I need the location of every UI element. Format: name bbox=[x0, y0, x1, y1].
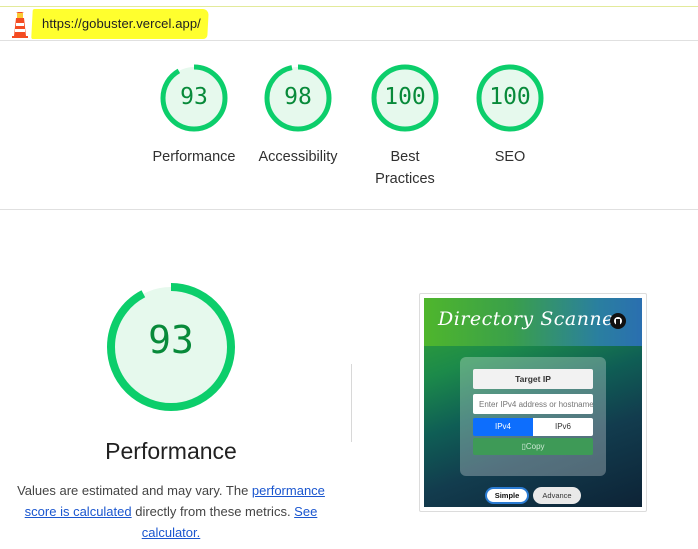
performance-title: Performance bbox=[105, 438, 237, 464]
vertical-separator bbox=[351, 364, 352, 442]
final-screenshot[interactable]: Directory Scanner Target IP IPv4 IPv6 ▯C… bbox=[424, 298, 642, 507]
gauge-label-line2: Practices bbox=[375, 171, 435, 187]
gauge-seo[interactable]: 100 SEO bbox=[455, 62, 565, 168]
desc-text: directly from these metrics. bbox=[131, 504, 295, 519]
page-url[interactable]: https://gobuster.vercel.app/ bbox=[42, 16, 201, 31]
copy-button: ▯Copy bbox=[473, 438, 593, 455]
gauge-label: SEO bbox=[494, 149, 526, 165]
performance-description: Values are estimated and may vary. The p… bbox=[10, 480, 332, 543]
target-ip-label: Target IP bbox=[473, 369, 593, 389]
gauge-score: 98 bbox=[284, 84, 312, 110]
gauge-score: 100 bbox=[489, 84, 531, 110]
screenshot-title: Directory Scanner bbox=[438, 308, 624, 330]
github-icon bbox=[610, 313, 626, 329]
gauge-label: Performance bbox=[152, 149, 236, 165]
performance-score: 93 bbox=[148, 318, 194, 362]
gauge-label: Accessibility bbox=[258, 149, 338, 165]
score-summary: 93 Performance 98 Accessibility 100 Best… bbox=[0, 62, 698, 192]
target-ip-input bbox=[473, 394, 593, 414]
url-bar: https://gobuster.vercel.app/ bbox=[0, 7, 698, 41]
copy-label: Copy bbox=[525, 442, 545, 451]
gauge-performance[interactable]: 93 Performance bbox=[139, 62, 249, 168]
desc-text: Values are estimated and may vary. The bbox=[17, 483, 252, 498]
screenshot-header: Directory Scanner bbox=[424, 298, 642, 346]
advance-mode-button: Advance bbox=[533, 487, 581, 504]
gauge-label: Best Practices bbox=[350, 146, 460, 190]
gauge-score: 93 bbox=[180, 84, 208, 110]
gauge-accessibility[interactable]: 98 Accessibility bbox=[243, 62, 353, 168]
section-divider bbox=[0, 209, 698, 210]
gauge-best-practices[interactable]: 100 Best Practices bbox=[350, 62, 460, 190]
ipv6-toggle: IPv6 bbox=[533, 418, 593, 436]
ipv4-toggle: IPv4 bbox=[473, 418, 533, 436]
gauge-score: 100 bbox=[384, 84, 426, 110]
lighthouse-icon bbox=[12, 12, 28, 38]
simple-mode-button: Simple bbox=[485, 487, 529, 504]
scanner-panel: Target IP IPv4 IPv6 ▯Copy bbox=[460, 357, 606, 476]
gauge-label-line1: Best bbox=[390, 149, 420, 165]
